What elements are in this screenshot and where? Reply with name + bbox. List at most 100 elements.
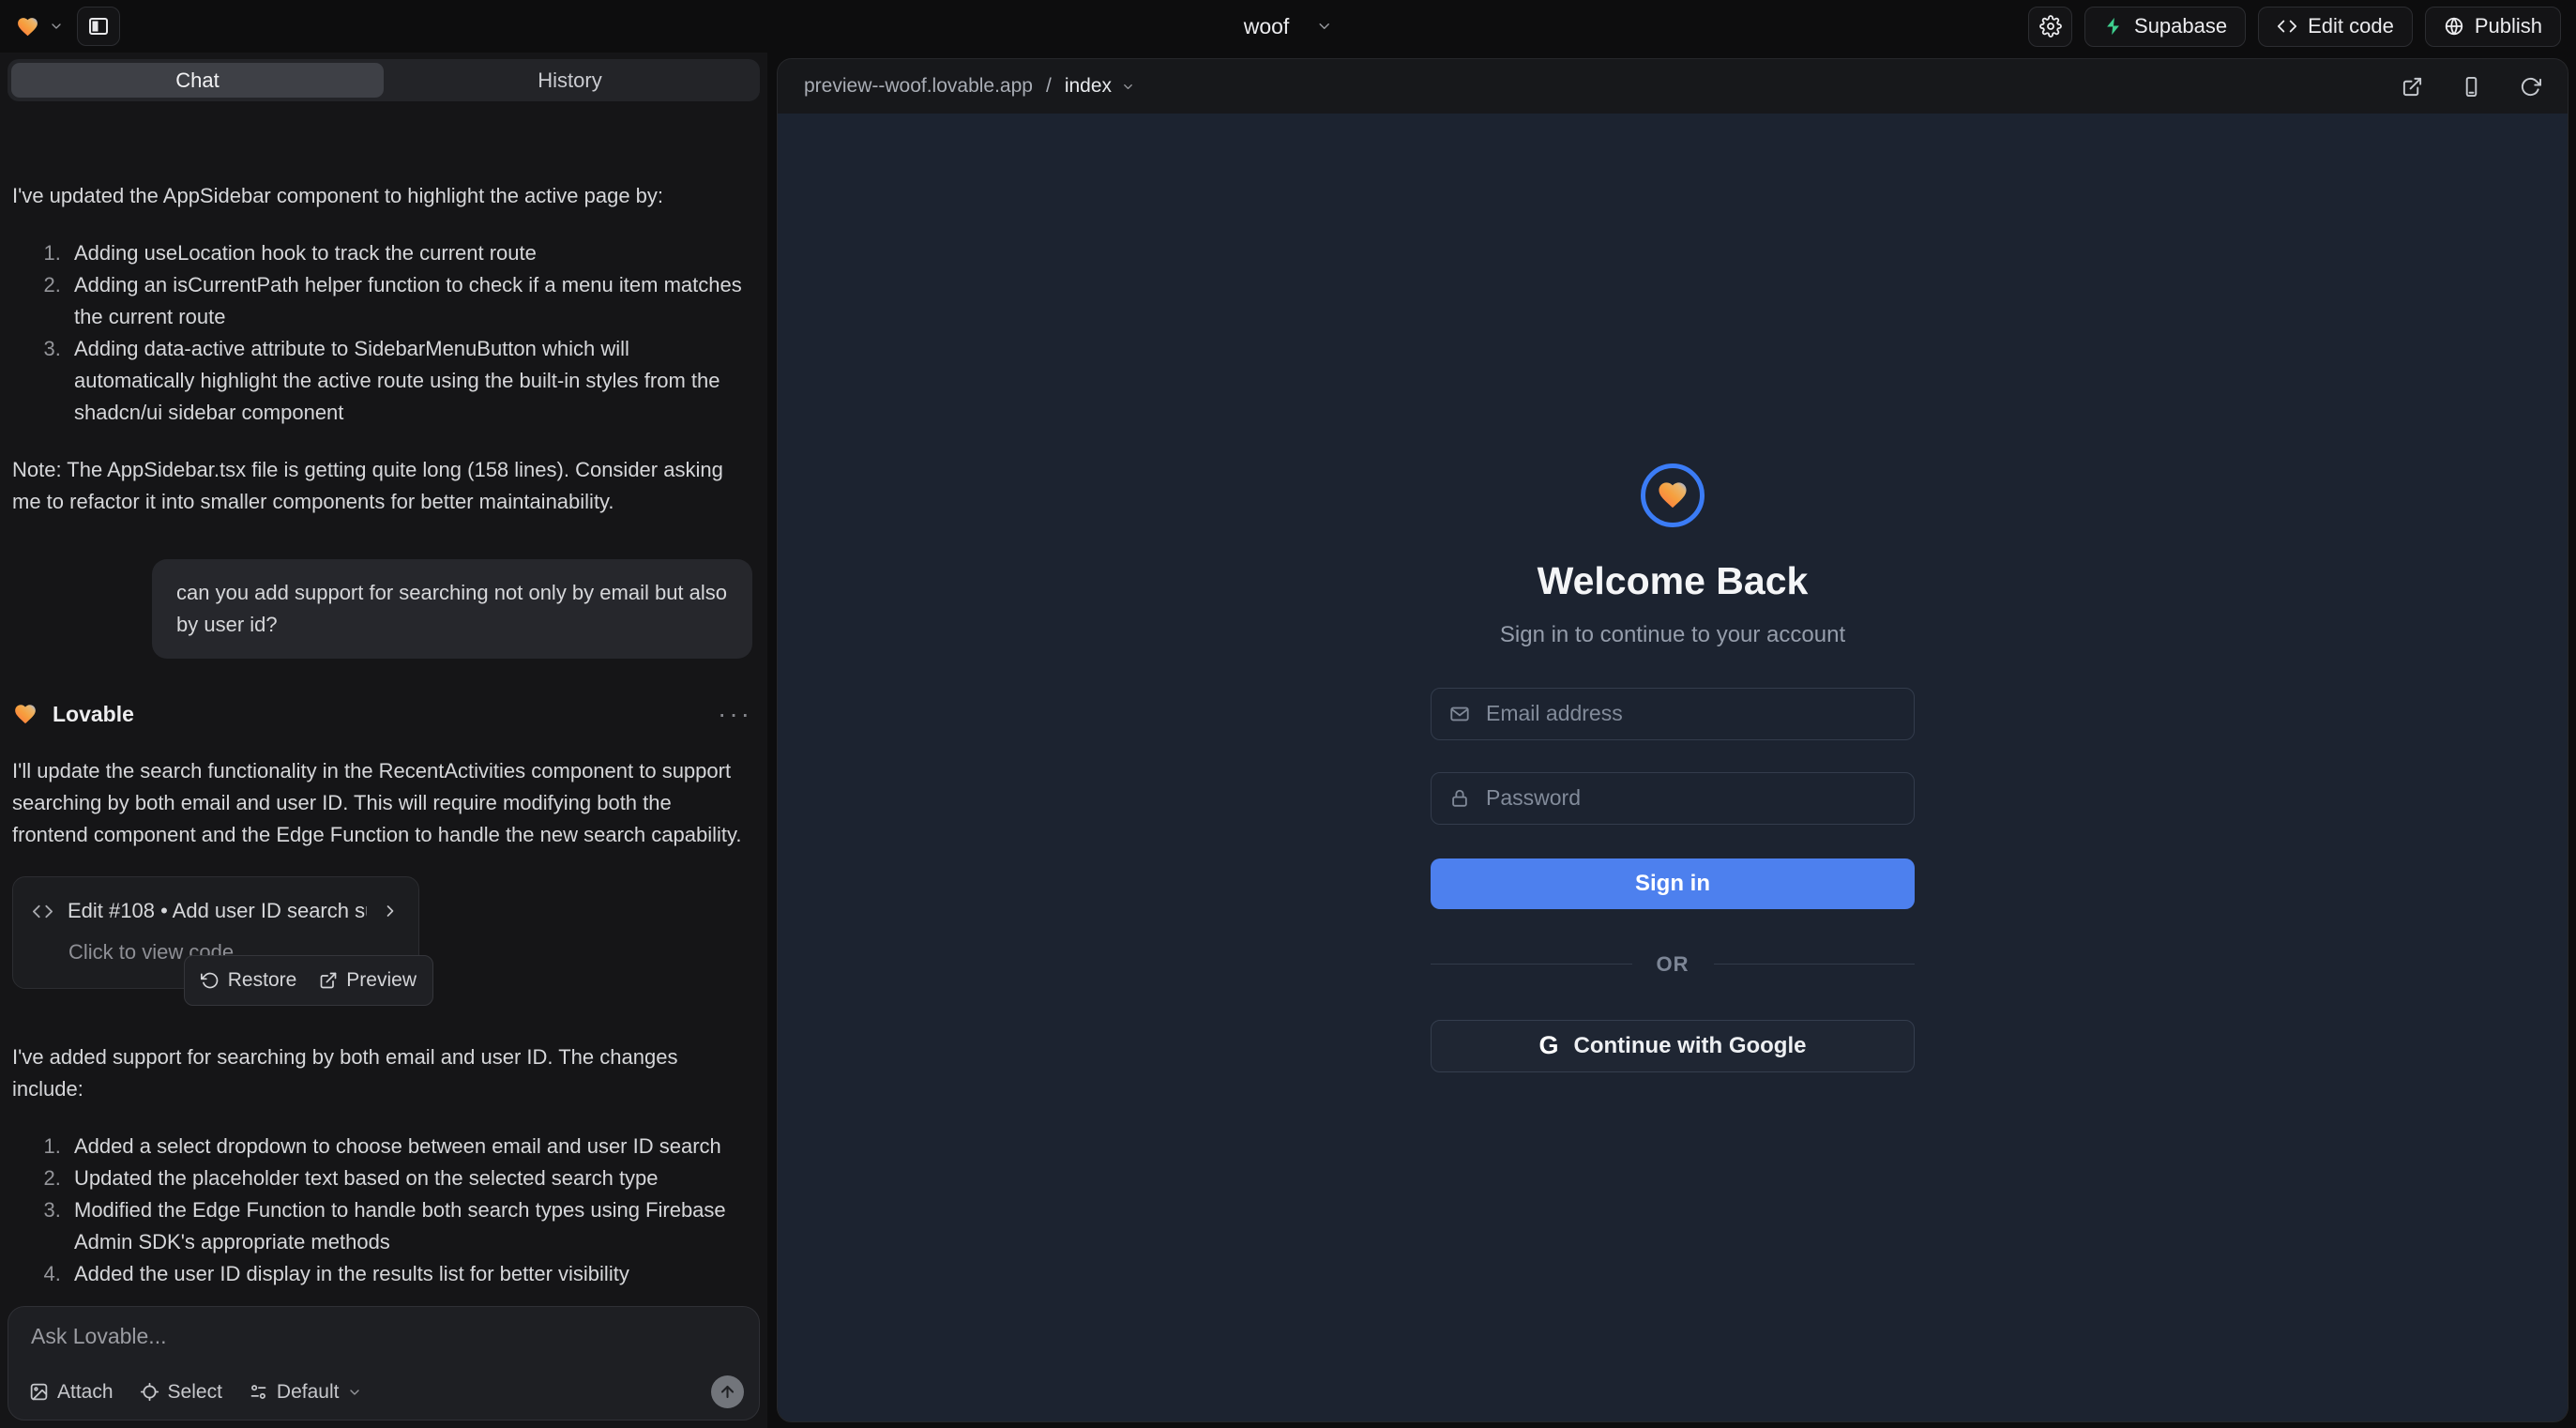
edit-code-label: Edit code — [2308, 14, 2394, 38]
auth-subtitle: Sign in to continue to your account — [1500, 622, 1845, 648]
tab-history-label: History — [538, 68, 601, 93]
assistant-paragraph: I've updated the AppSidebar component to… — [12, 180, 752, 212]
preview-viewport: Welcome Back Sign in to continue to your… — [778, 114, 2568, 1421]
top-bar: woof Supabase Edit code — [0, 0, 2576, 53]
tab-history[interactable]: History — [384, 63, 756, 98]
password-input[interactable] — [1484, 784, 1896, 812]
edit-version-card[interactable]: Edit #108 • Add user ID search supp... C… — [12, 876, 419, 989]
chevron-down-icon — [49, 19, 64, 34]
preview-url-domain: preview--woof.lovable.app — [804, 75, 1033, 98]
globe-icon — [2444, 16, 2464, 37]
lovable-heart-icon — [12, 702, 38, 726]
project-name: woof — [1244, 14, 1290, 39]
preview-url-separator: / — [1046, 75, 1052, 98]
lock-icon — [1449, 788, 1470, 809]
supabase-bolt-icon — [2103, 16, 2124, 37]
heart-icon — [1655, 479, 1690, 511]
divider-line — [1431, 964, 1632, 965]
mail-icon — [1449, 704, 1470, 724]
mode-selector[interactable]: Default — [249, 1381, 363, 1404]
gear-icon — [2039, 15, 2062, 38]
assistant-list: Adding useLocation hook to track the cur… — [12, 237, 752, 429]
google-g-icon: G — [1539, 1031, 1559, 1060]
chat-messages: I've updated the AppSidebar component to… — [0, 165, 767, 1299]
assistant-message-header: Lovable ··· — [12, 698, 752, 730]
list-item: Added a select dropdown to choose betwee… — [67, 1131, 752, 1162]
assistant-note: Note: The AppSidebar.tsx file is getting… — [12, 454, 752, 518]
supabase-label: Supabase — [2134, 14, 2227, 38]
sign-in-button[interactable]: Sign in — [1431, 858, 1915, 909]
user-message-bubble: can you add support for searching not on… — [152, 559, 752, 659]
list-item: Adding useLocation hook to track the cur… — [67, 237, 752, 269]
restore-label: Restore — [228, 965, 297, 996]
attach-image-icon — [29, 1382, 49, 1402]
chat-panel: Chat History I've updated the AppSidebar… — [0, 53, 767, 1428]
toggle-sidebar-button[interactable] — [77, 7, 120, 46]
chevron-right-icon — [381, 902, 400, 920]
code-icon — [2277, 16, 2297, 37]
edit-card-actions: Restore Preview — [184, 955, 433, 1006]
auth-title: Welcome Back — [1538, 559, 1809, 603]
edit-card-title: Edit #108 • Add user ID search supp... — [68, 895, 367, 927]
preview-url-dropdown[interactable]: preview--woof.lovable.app / index — [804, 75, 1135, 98]
continue-with-google-button[interactable]: G Continue with Google — [1431, 1020, 1915, 1072]
chat-input[interactable] — [29, 1322, 744, 1363]
divider-line — [1714, 964, 1916, 965]
send-button[interactable] — [711, 1375, 744, 1408]
restore-button[interactable]: Restore — [201, 965, 297, 996]
assistant-paragraph: I've added support for searching by both… — [12, 1041, 752, 1105]
settings-button[interactable] — [2028, 7, 2072, 47]
email-field — [1431, 688, 1915, 740]
composer: Attach Select Default — [8, 1306, 760, 1420]
or-divider: OR — [1431, 952, 1915, 977]
chat-history-tabs: Chat History — [8, 59, 760, 101]
sender-name: Lovable — [53, 698, 134, 730]
password-field — [1431, 772, 1915, 825]
google-button-label: Continue with Google — [1574, 1033, 1807, 1059]
external-link-icon — [319, 971, 338, 990]
restore-icon — [201, 971, 220, 990]
preview-button[interactable]: Preview — [319, 965, 417, 996]
list-item: Adding data-active attribute to SidebarM… — [67, 333, 752, 429]
assistant-paragraph: I'll update the search functionality in … — [12, 755, 752, 851]
message-options-button[interactable]: ··· — [718, 705, 752, 723]
list-item: Adding an isCurrentPath helper function … — [67, 269, 752, 333]
divider-label: OR — [1657, 952, 1690, 977]
auth-card: Welcome Back Sign in to continue to your… — [1431, 463, 1915, 1072]
preview-panel: preview--woof.lovable.app / index — [777, 58, 2568, 1422]
tab-chat-label: Chat — [175, 68, 219, 93]
assistant-list: Added a select dropdown to choose betwee… — [12, 1131, 752, 1290]
attach-button[interactable]: Attach — [29, 1381, 114, 1404]
tab-chat[interactable]: Chat — [11, 63, 384, 98]
code-icon — [32, 901, 53, 922]
preview-url-page: index — [1065, 75, 1112, 98]
list-item: Updated the placeholder text based on th… — [67, 1162, 752, 1194]
chevron-down-icon — [347, 1385, 362, 1400]
arrow-up-icon — [719, 1383, 736, 1401]
user-message-text: can you add support for searching not on… — [176, 581, 727, 636]
sliders-icon — [249, 1382, 268, 1402]
list-item: Modified the Edge Function to handle bot… — [67, 1194, 752, 1258]
publish-button[interactable]: Publish — [2425, 7, 2561, 47]
app-logo — [1641, 463, 1705, 527]
project-menu[interactable]: woof — [1244, 14, 1333, 39]
edit-code-button[interactable]: Edit code — [2258, 7, 2413, 47]
select-button[interactable]: Select — [140, 1381, 222, 1404]
lovable-heart-icon — [15, 15, 40, 38]
chevron-down-icon — [1315, 18, 1332, 35]
mode-label: Default — [277, 1381, 340, 1404]
publish-label: Publish — [2475, 14, 2542, 38]
lovable-logo-menu[interactable] — [15, 15, 64, 38]
mobile-view-button[interactable] — [2461, 76, 2482, 98]
chevron-down-icon — [1121, 80, 1135, 94]
refresh-button[interactable] — [2520, 76, 2541, 98]
supabase-button[interactable]: Supabase — [2084, 7, 2246, 47]
open-in-new-tab-button[interactable] — [2402, 76, 2423, 98]
crosshair-icon — [140, 1382, 159, 1402]
attach-label: Attach — [57, 1381, 114, 1404]
preview-label: Preview — [346, 965, 417, 996]
sidebar-panel-icon — [87, 15, 110, 38]
preview-url-bar: preview--woof.lovable.app / index — [778, 59, 2568, 114]
email-input[interactable] — [1484, 700, 1896, 727]
select-label: Select — [168, 1381, 222, 1404]
